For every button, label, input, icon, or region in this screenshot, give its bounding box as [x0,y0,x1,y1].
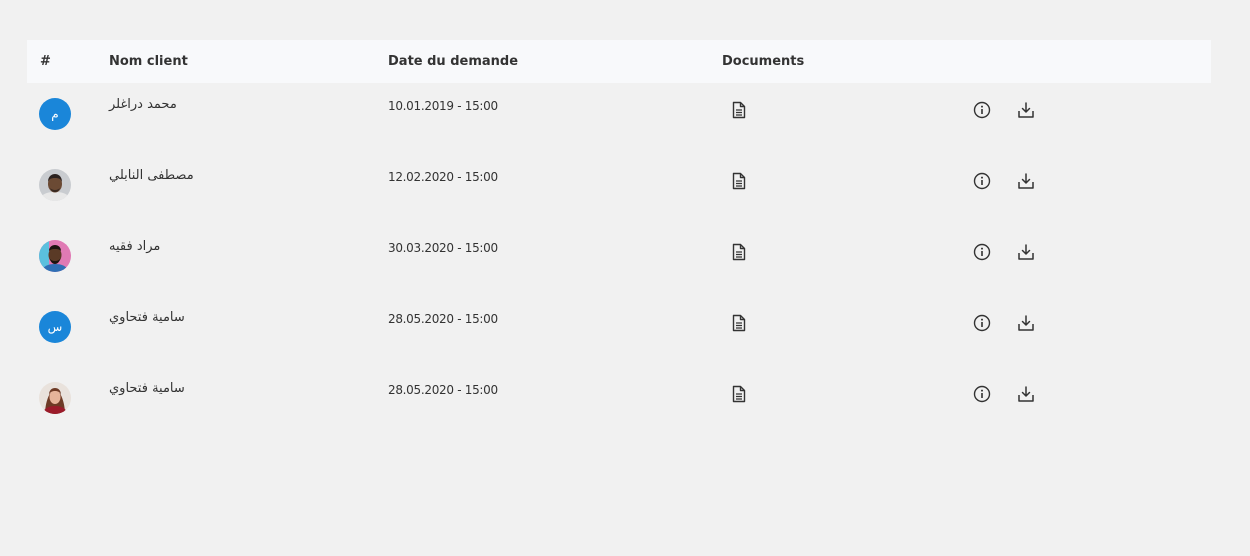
document-icon [732,243,746,261]
avatar-initial: م [51,107,59,121]
avatar [39,169,71,201]
table-row: س سامية فتحاوي 28.05.2020 - 15:00 [27,296,1211,367]
client-name: محمد دراغلر [109,97,177,112]
document-button[interactable] [729,384,749,404]
document-button[interactable] [729,313,749,333]
header-request-date: Date du demande [388,54,519,69]
info-button[interactable] [972,242,992,262]
avatar [39,382,71,414]
info-button[interactable] [972,384,992,404]
avatar-initial: س [47,320,63,334]
document-icon [732,172,746,190]
request-date: 10.01.2019 - 15:00 [388,99,498,113]
info-icon [973,243,991,261]
document-button[interactable] [729,100,749,120]
avatar: م [39,98,71,130]
client-name: مراد فقيه [109,239,161,254]
document-icon [732,385,746,403]
avatar: س [39,311,71,343]
table-row: مصطفى النابلي 12.02.2020 - 15:00 [27,154,1211,225]
avatar-photo [39,169,71,201]
document-icon [732,101,746,119]
download-icon [1018,102,1034,118]
info-icon [973,385,991,403]
avatar [39,240,71,272]
download-button[interactable] [1016,384,1036,404]
download-button[interactable] [1016,242,1036,262]
download-button[interactable] [1016,100,1036,120]
client-name: سامية فتحاوي [109,310,185,325]
header-client-name: Nom client [109,54,188,69]
document-button[interactable] [729,242,749,262]
info-button[interactable] [972,313,992,333]
request-date: 12.02.2020 - 15:00 [388,170,498,184]
download-icon [1018,173,1034,189]
download-icon [1018,315,1034,331]
table-row: مراد فقيه 30.03.2020 - 15:00 [27,225,1211,296]
info-icon [973,101,991,119]
request-date: 28.05.2020 - 15:00 [388,383,498,397]
header-number: # [40,54,51,69]
info-button[interactable] [972,100,992,120]
table-row: م محمد دراغلر 10.01.2019 - 15:00 [27,83,1211,154]
avatar-photo [39,240,71,272]
request-date: 30.03.2020 - 15:00 [388,241,498,255]
download-button[interactable] [1016,313,1036,333]
download-icon [1018,386,1034,402]
document-button[interactable] [729,171,749,191]
table-row: سامية فتحاوي 28.05.2020 - 15:00 [27,367,1211,438]
header-documents: Documents [722,54,805,69]
info-icon [973,314,991,332]
table-header: # Nom client Date du demande Documents [27,40,1211,83]
download-button[interactable] [1016,171,1036,191]
client-name: سامية فتحاوي [109,381,185,396]
clients-table: # Nom client Date du demande Documents م… [27,40,1211,438]
request-date: 28.05.2020 - 15:00 [388,312,498,326]
avatar-photo [39,382,71,414]
document-icon [732,314,746,332]
info-button[interactable] [972,171,992,191]
download-icon [1018,244,1034,260]
info-icon [973,172,991,190]
client-name: مصطفى النابلي [109,168,194,183]
